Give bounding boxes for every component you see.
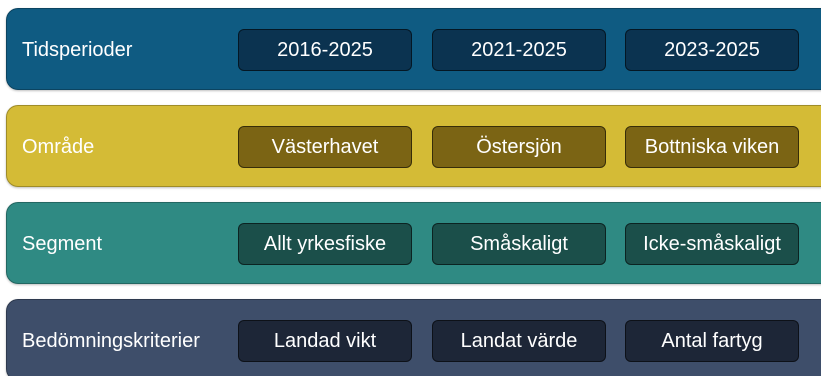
chip-2023-2025[interactable]: 2023-2025 <box>625 29 799 71</box>
chip-landat-varde[interactable]: Landat värde <box>432 320 606 362</box>
chip-antal-fartyg[interactable]: Antal fartyg <box>625 320 799 362</box>
row-label-segment: Segment <box>22 233 103 255</box>
chip-2021-2025[interactable]: 2021-2025 <box>432 29 606 71</box>
chip-2016-2025[interactable]: 2016-2025 <box>238 29 412 71</box>
row-bedomningskriterier: Bedömningskriterier Landad vikt Landat v… <box>6 299 821 376</box>
row-omrade: Område Västerhavet Östersjön Bottniska v… <box>6 105 821 187</box>
row-label-tidsperioder: Tidsperioder <box>22 39 133 61</box>
chip-ostersjon[interactable]: Östersjön <box>432 126 606 168</box>
chip-vasterhavet[interactable]: Västerhavet <box>238 126 412 168</box>
row-label-bedomningskriterier: Bedömningskriterier <box>22 330 200 352</box>
chip-icke-smaskaligt[interactable]: Icke-småskaligt <box>625 223 799 265</box>
row-tidsperioder: Tidsperioder 2016-2025 2021-2025 2023-20… <box>6 8 821 90</box>
chip-bottniska-viken[interactable]: Bottniska viken <box>625 126 799 168</box>
chip-allt-yrkesfiske[interactable]: Allt yrkesfiske <box>238 223 412 265</box>
selection-board: Tidsperioder 2016-2025 2021-2025 2023-20… <box>0 0 821 376</box>
row-label-omrade: Område <box>22 136 95 158</box>
chip-landad-vikt[interactable]: Landad vikt <box>238 320 412 362</box>
chip-smaskaligt[interactable]: Småskaligt <box>432 223 606 265</box>
row-segment: Segment Allt yrkesfiske Småskaligt Icke-… <box>6 202 821 284</box>
